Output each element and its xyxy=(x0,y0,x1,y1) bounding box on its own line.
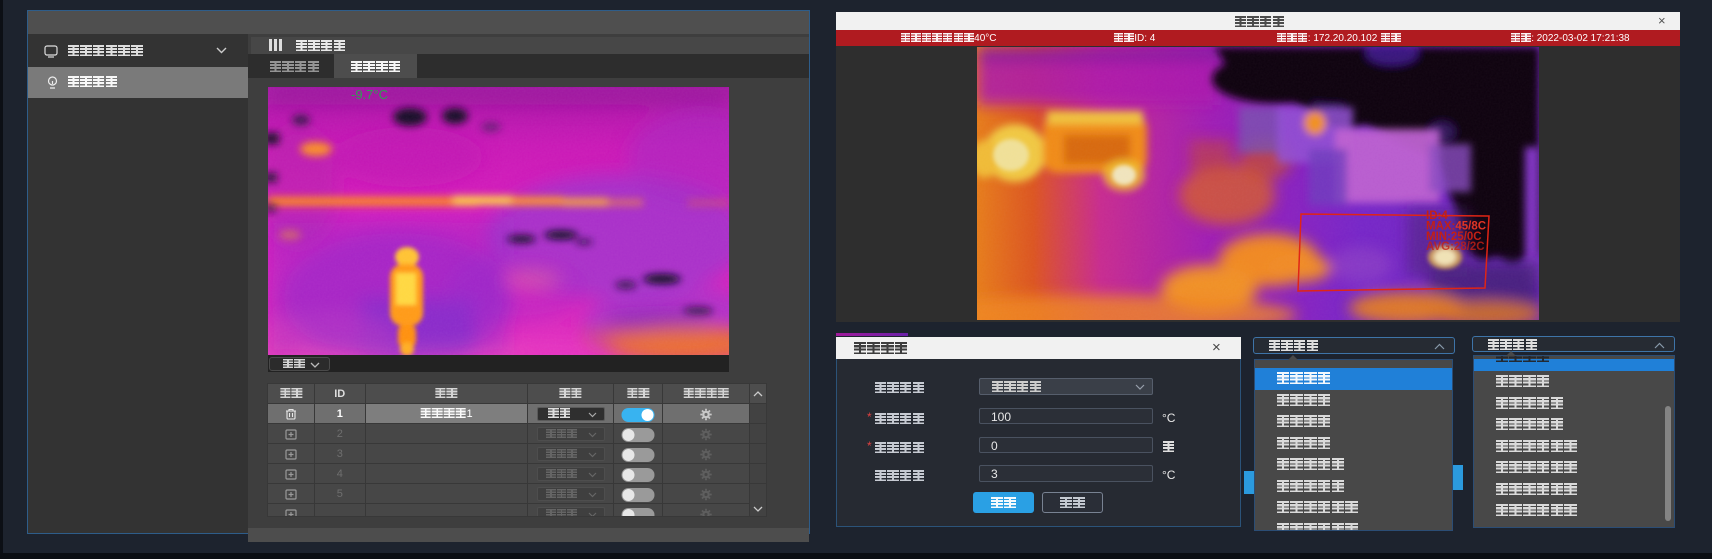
svg-text:AVG:28/2C: AVG:28/2C xyxy=(1426,241,1485,253)
svg-text:-9.7°C: -9.7°C xyxy=(351,87,388,102)
